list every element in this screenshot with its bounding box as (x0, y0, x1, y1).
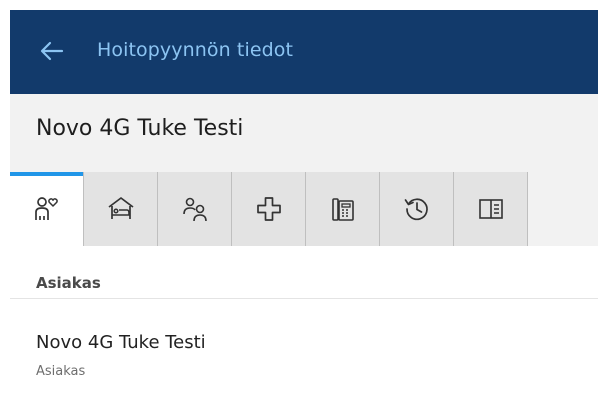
tab-contacts[interactable] (158, 172, 232, 246)
list-item-name: Novo 4G Tuke Testi (36, 332, 206, 353)
person-heart-icon (35, 197, 58, 220)
divider (10, 298, 598, 299)
tab-devices[interactable] (306, 172, 380, 246)
tab-health[interactable] (232, 172, 306, 246)
bed-icon (108, 197, 134, 219)
panel-list-icon (479, 199, 503, 219)
arrow-left-icon (40, 41, 64, 61)
tab-housing[interactable] (84, 172, 158, 246)
list-item-role: Asiakas (36, 364, 86, 379)
app-bar: Hoitopyynnön tiedot (10, 10, 598, 94)
back-button[interactable] (36, 35, 68, 67)
customer-name-title: Novo 4G Tuke Testi (36, 116, 244, 141)
screen: Hoitopyynnön tiedot Novo 4G Tuke Testi A… (10, 10, 598, 398)
people-icon (183, 197, 207, 222)
page-title: Hoitopyynnön tiedot (97, 39, 294, 61)
tab-bar (10, 172, 598, 246)
tab-history[interactable] (380, 172, 454, 246)
medical-cross-icon (257, 197, 281, 221)
tab-customer[interactable] (10, 172, 84, 246)
history-icon (404, 198, 428, 221)
section-heading: Asiakas (36, 274, 101, 292)
tab-details[interactable] (454, 172, 528, 246)
phone-device-icon (332, 198, 354, 221)
